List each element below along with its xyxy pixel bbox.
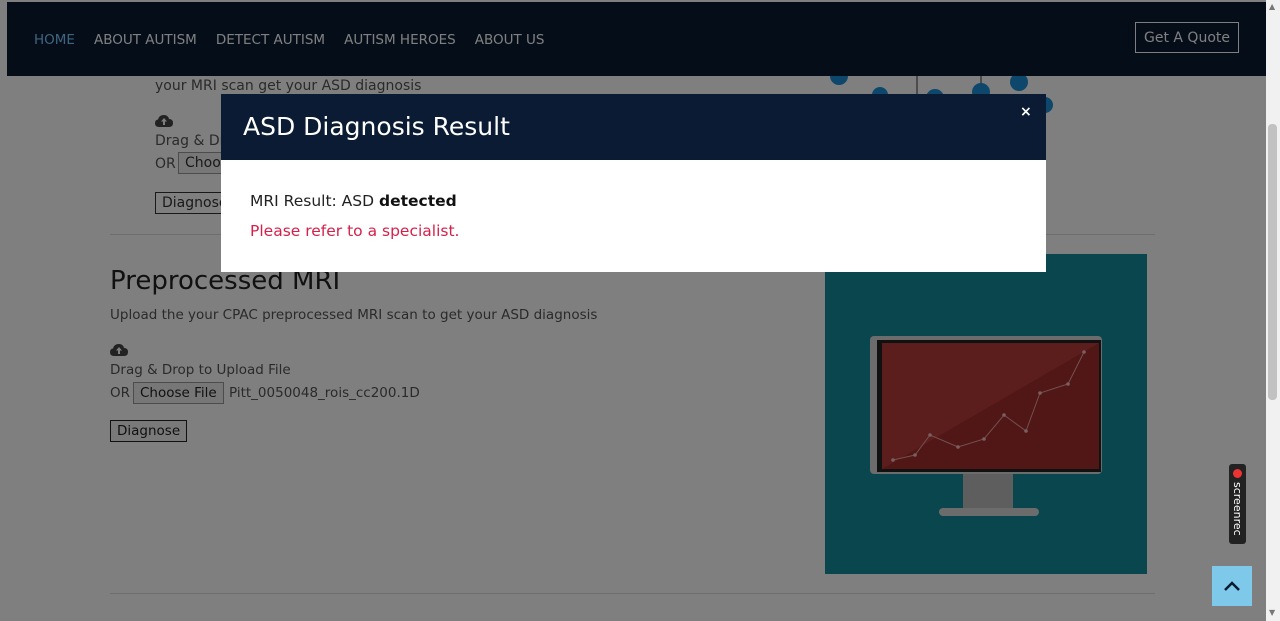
- specialist-warning: Please refer to a specialist.: [250, 222, 460, 240]
- back-to-top-button[interactable]: [1212, 566, 1252, 606]
- result-prefix: MRI Result: ASD: [250, 192, 375, 210]
- scroll-down-arrow-icon[interactable]: ▼: [1269, 608, 1275, 617]
- diagnosis-result-modal: ASD Diagnosis Result × MRI Result: ASD d…: [221, 94, 1046, 272]
- result-text: MRI Result: ASD detected: [250, 192, 457, 210]
- page-scrollbar[interactable]: ▲ ▼: [1266, 0, 1280, 621]
- modal-title: ASD Diagnosis Result: [243, 112, 510, 141]
- close-icon[interactable]: ×: [1020, 104, 1032, 120]
- screenrec-widget[interactable]: screenrec: [1229, 464, 1246, 544]
- scroll-up-arrow-icon[interactable]: ▲: [1269, 2, 1275, 11]
- screenrec-label: screenrec: [1231, 482, 1244, 536]
- scroll-thumb[interactable]: [1268, 124, 1277, 400]
- record-icon: [1233, 469, 1242, 478]
- chevron-up-icon: [1224, 581, 1240, 591]
- modal-header: ASD Diagnosis Result ×: [221, 94, 1046, 160]
- page: your MRI scan get your ASD diagnosis Dra…: [0, 0, 1266, 621]
- result-status: detected: [379, 192, 457, 210]
